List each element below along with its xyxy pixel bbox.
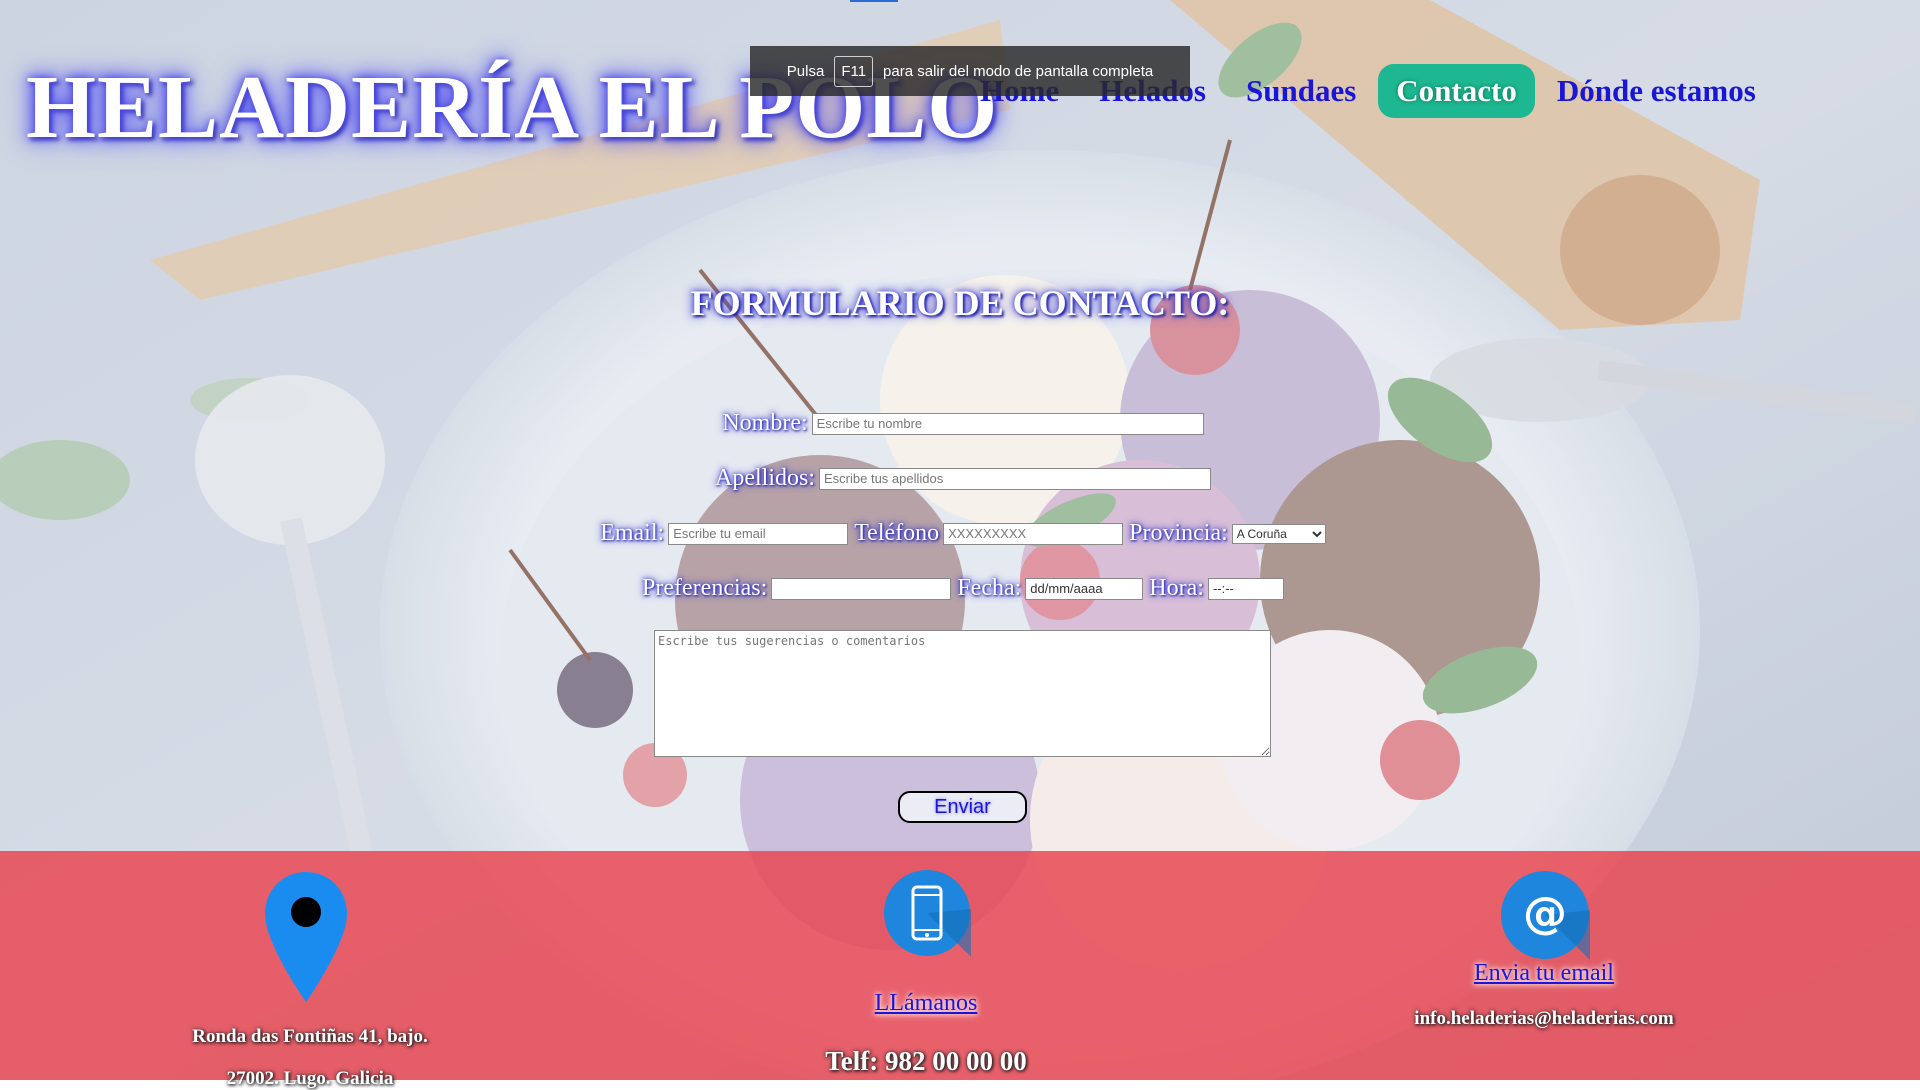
form-title: FORMULARIO DE CONTACTO: [690, 283, 1230, 323]
nav-donde-estamos[interactable]: Dónde estamos [1539, 64, 1774, 118]
f11-key: F11 [834, 55, 874, 87]
email-link[interactable]: Envia tu email [1394, 960, 1694, 987]
phone-number: Telf: 982 00 00 00 [825, 1046, 1027, 1076]
phone-icon [884, 870, 971, 957]
preferences-row: Preferencias: Fecha: Hora: [0, 575, 1920, 602]
provincia-select[interactable]: A Coruña [1231, 523, 1326, 544]
fullscreen-notice: Pulsa F11 para salir del modo de pantall… [750, 46, 1190, 96]
nombre-label: Nombre: [722, 410, 808, 436]
apellidos-input[interactable] [819, 467, 1211, 490]
email-input[interactable] [668, 522, 849, 545]
send-button[interactable]: Enviar [898, 791, 1027, 823]
email-label: Email: [600, 520, 665, 546]
svg-text:@: @ [1523, 888, 1567, 939]
nav-sundaes[interactable]: Sundaes [1228, 64, 1374, 118]
telefono-input[interactable] [943, 522, 1124, 545]
call-link[interactable]: LLámanos [826, 990, 1026, 1017]
apellidos-row: Apellidos: [0, 465, 1920, 492]
address-line-2: 27002. Lugo. Galicia [226, 1068, 394, 1089]
preferencias-label: Preferencias: [642, 575, 768, 601]
apellidos-label: Apellidos: [715, 465, 815, 491]
hora-input[interactable] [1207, 577, 1284, 600]
hora-label: Hora: [1149, 575, 1204, 601]
telefono-label: Teléfono [854, 520, 940, 546]
nombre-row: Nombre: [0, 410, 1920, 437]
fecha-label: Fecha: [957, 575, 1022, 601]
nombre-input[interactable] [811, 412, 1204, 435]
map-pin-icon [265, 872, 347, 1002]
nav-contacto[interactable]: Contacto [1378, 64, 1535, 118]
fullscreen-notice-prefix: Pulsa [786, 62, 825, 80]
email-address: info.heladerias@heladerias.com [1414, 1008, 1674, 1029]
provincia-label: Provincia: [1129, 520, 1228, 546]
fecha-input[interactable] [1025, 577, 1144, 600]
address-line-1: Ronda das Fontiñas 41, bajo. [192, 1026, 428, 1047]
comments-textarea[interactable] [654, 630, 1271, 757]
top-scroll-indicator [850, 0, 898, 2]
preferencias-input[interactable] [771, 577, 952, 600]
at-sign-icon: @ [1501, 871, 1590, 960]
contact-row: Email: Teléfono Provincia: A Coruña [0, 520, 1920, 547]
fullscreen-notice-suffix: para salir del modo de pantalla completa [883, 62, 1154, 80]
